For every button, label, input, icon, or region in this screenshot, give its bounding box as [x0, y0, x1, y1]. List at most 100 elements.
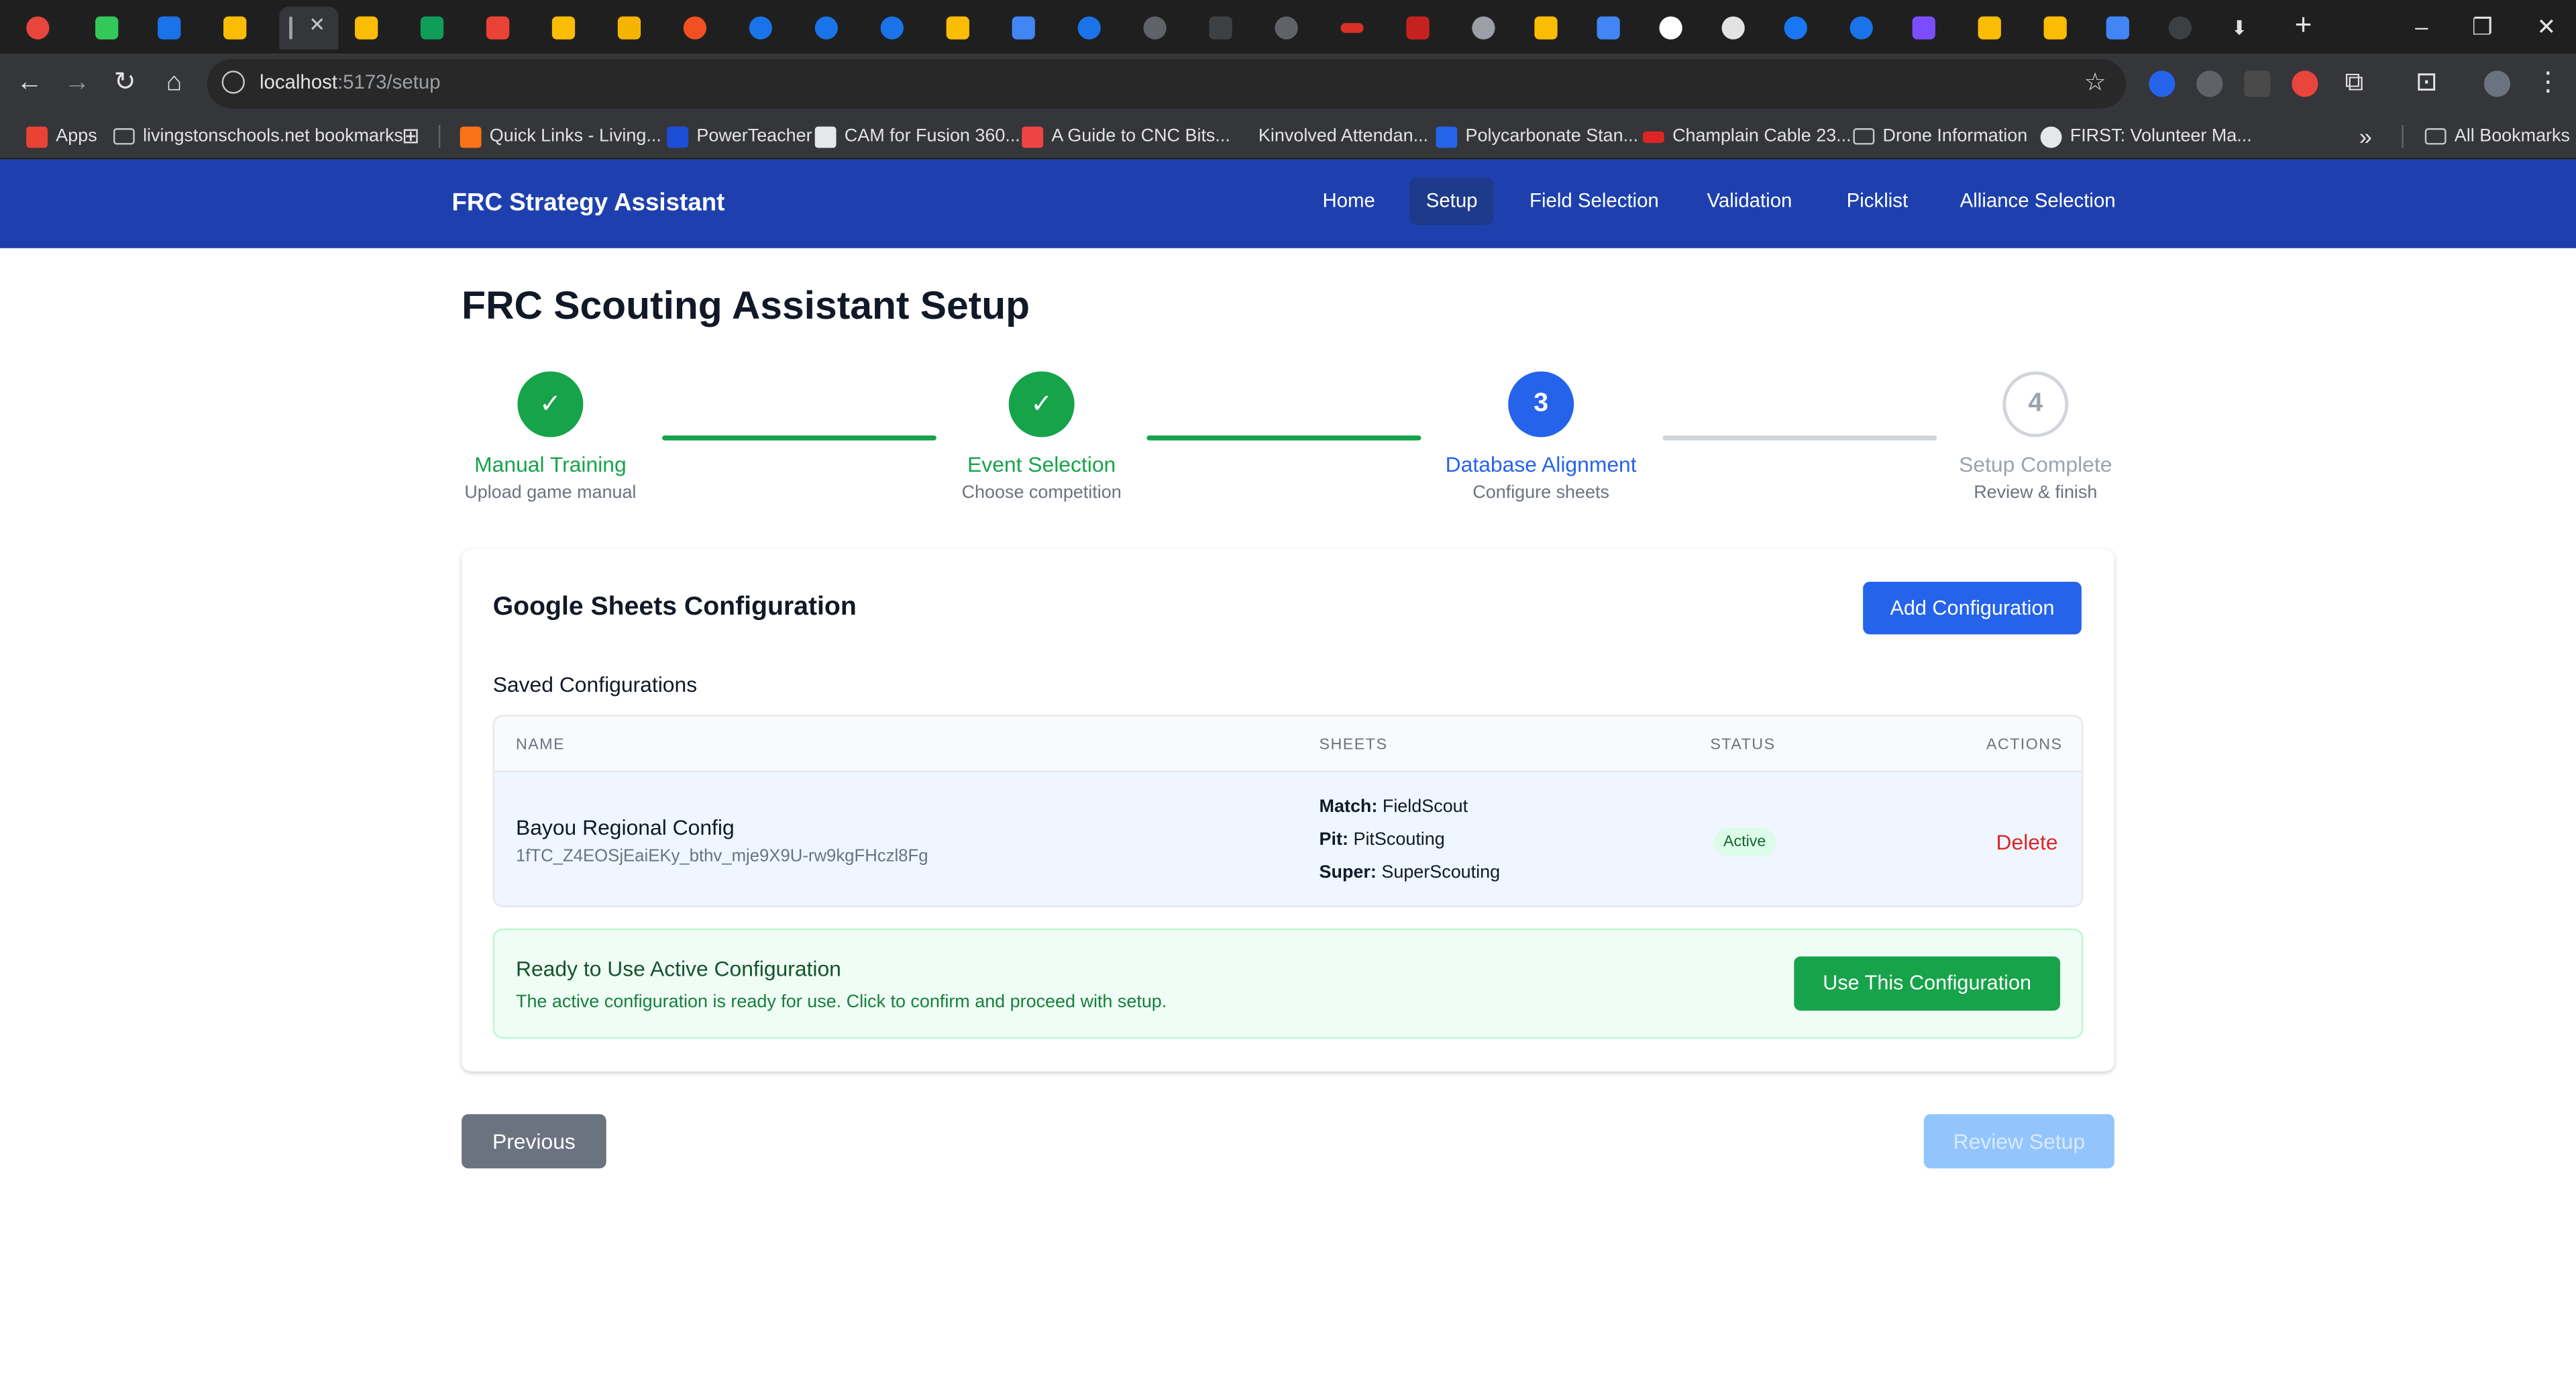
back-icon[interactable]: ←: [11, 66, 48, 102]
browser-tab[interactable]: [1331, 7, 1390, 50]
nav-validation[interactable]: Validation: [1690, 177, 1809, 225]
browser-tab[interactable]: [1774, 7, 1833, 50]
bookmark-star-icon[interactable]: ☆: [2084, 67, 2106, 97]
browser-tab[interactable]: [1462, 7, 1521, 50]
browser-tab[interactable]: [542, 7, 601, 50]
bookmark-item[interactable]: PowerTeacher: [667, 123, 812, 150]
browser-tab[interactable]: [476, 7, 535, 50]
browser-tab[interactable]: [213, 7, 272, 50]
browser-tab[interactable]: [674, 7, 733, 50]
browser-tab[interactable]: [1068, 7, 1127, 50]
restore-icon[interactable]: ❐: [2459, 10, 2506, 43]
bookmark-item[interactable]: Champlain Cable 23...: [1643, 123, 1851, 150]
profile-avatar-icon[interactable]: [2483, 70, 2511, 97]
browser-tab[interactable]: [345, 7, 404, 50]
delete-button[interactable]: Delete: [1996, 830, 2058, 855]
drive-favicon-icon: [946, 16, 969, 40]
page-favicon-icon: [1472, 16, 1495, 40]
browser-tab[interactable]: [1397, 7, 1456, 50]
browser-tab[interactable]: [1968, 7, 2027, 50]
browser-tab[interactable]: [85, 7, 144, 50]
browser-tab[interactable]: [1902, 7, 1962, 50]
app-favicon-icon: [749, 16, 773, 40]
bookmark-item[interactable]: Quick Links - Living...: [460, 123, 661, 150]
extensions-puzzle-icon[interactable]: ⧉: [2336, 66, 2372, 102]
browser-tab[interactable]: [148, 7, 207, 50]
extension-icon[interactable]: [2196, 70, 2223, 97]
step-1-check-icon: ✓: [517, 371, 584, 438]
browser-tab[interactable]: [871, 7, 930, 50]
browser-tab[interactable]: [1712, 7, 1771, 50]
browser-tab[interactable]: [1199, 7, 1258, 50]
bookmark-grid-icon[interactable]: ⊞: [392, 118, 429, 154]
browser-tab[interactable]: [739, 7, 798, 50]
sheet-pit: Pit: PitScouting: [1319, 829, 1445, 850]
google-favicon-icon: [1659, 16, 1682, 40]
bookmark-item[interactable]: A Guide to CNC Bits...: [1022, 123, 1230, 150]
use-configuration-button[interactable]: Use This Configuration: [1794, 956, 2061, 1011]
address-bar[interactable]: localhost:5173/setup ☆: [207, 59, 2127, 109]
page-icon: [814, 125, 837, 148]
browser-tab[interactable]: [2034, 7, 2093, 50]
browser-tab[interactable]: [2159, 7, 2218, 50]
nav-home[interactable]: Home: [1306, 177, 1391, 225]
browser-tab[interactable]: [1587, 7, 1646, 50]
page-favicon-icon: [289, 16, 292, 40]
page-icon: [1643, 130, 1664, 142]
bookmark-folder[interactable]: Drone Information: [1853, 123, 2027, 150]
folder-icon: [113, 128, 135, 145]
bookmark-folder[interactable]: livingstonschools.net bookmarks: [113, 123, 403, 150]
browser-tab[interactable]: [1134, 7, 1193, 50]
browser-tab[interactable]: [1840, 7, 1899, 50]
browser-tab[interactable]: [1002, 7, 1061, 50]
browser-tab[interactable]: [936, 7, 996, 50]
window-close-icon[interactable]: ✕: [2524, 10, 2570, 43]
previous-button[interactable]: Previous: [462, 1114, 606, 1169]
browser-tab-active[interactable]: ✕: [279, 6, 339, 50]
bookmark-separator: [2402, 125, 2404, 148]
extension-icon[interactable]: [2244, 70, 2271, 97]
spreadsheet-id: 1fTC_Z4EOSjEaiEKy_bthv_mje9X9U-rw9kgFHcz…: [515, 846, 928, 866]
bookmark-item[interactable]: Kinvolved Attendan...: [1228, 123, 1428, 150]
app-favicon-icon: [26, 16, 50, 40]
browser-tab[interactable]: [411, 7, 470, 50]
home-icon[interactable]: ⌂: [156, 66, 193, 102]
app-favicon-icon: [1912, 16, 1935, 40]
page-favicon-icon: [1406, 16, 1430, 40]
forward-icon[interactable]: →: [59, 66, 95, 102]
bookmark-apps[interactable]: Apps: [26, 123, 97, 150]
drive-favicon-icon: [1978, 16, 2001, 40]
all-bookmarks-folder[interactable]: All Bookmarks: [2424, 123, 2570, 150]
nav-picklist[interactable]: Picklist: [1830, 177, 1924, 225]
browser-tab[interactable]: [16, 7, 75, 50]
review-setup-button[interactable]: Review Setup: [1923, 1114, 2114, 1169]
bookmark-item[interactable]: Polycarbonate Stan...: [1436, 123, 1638, 150]
table-row[interactable]: Bayou Regional Config 1fTC_Z4EOSjEaiEKy_…: [494, 772, 2082, 906]
add-configuration-button[interactable]: Add Configuration: [1863, 581, 2082, 635]
browser-tab[interactable]: [805, 7, 864, 50]
browser-tab[interactable]: [1650, 7, 1709, 50]
browser-tab[interactable]: [608, 7, 667, 50]
site-info-icon[interactable]: [221, 70, 245, 94]
nav-alliance-selection[interactable]: Alliance Selection: [1943, 177, 2132, 225]
reload-icon[interactable]: ↻: [107, 66, 143, 102]
minimize-icon[interactable]: –: [2399, 10, 2445, 43]
browser-tab[interactable]: ⬇: [2221, 7, 2280, 50]
bookmark-item[interactable]: CAM for Fusion 360...: [814, 123, 1020, 150]
nav-setup[interactable]: Setup: [1409, 177, 1495, 225]
close-tab-icon[interactable]: ✕: [309, 13, 325, 36]
browser-tab[interactable]: [1265, 7, 1324, 50]
bookmark-item[interactable]: FIRST: Volunteer Ma...: [2040, 123, 2252, 150]
tab-search-icon[interactable]: ⊡: [2408, 66, 2445, 102]
browser-tab[interactable]: [2096, 7, 2155, 50]
brand-title[interactable]: FRC Strategy Assistant: [451, 189, 724, 217]
nav-field-selection[interactable]: Field Selection: [1513, 177, 1676, 225]
step-3-sub: Configure sheets: [1472, 483, 1609, 503]
apps-grid-icon: [26, 125, 48, 148]
browser-menu-icon[interactable]: ⋮: [2530, 66, 2566, 102]
new-tab-button[interactable]: +: [2287, 8, 2320, 42]
bookmarks-overflow-icon[interactable]: »: [2359, 123, 2372, 150]
browser-tab[interactable]: [1525, 7, 1584, 50]
adblock-extension-icon[interactable]: [2292, 70, 2318, 97]
zoom-extension-icon[interactable]: [2149, 70, 2176, 97]
